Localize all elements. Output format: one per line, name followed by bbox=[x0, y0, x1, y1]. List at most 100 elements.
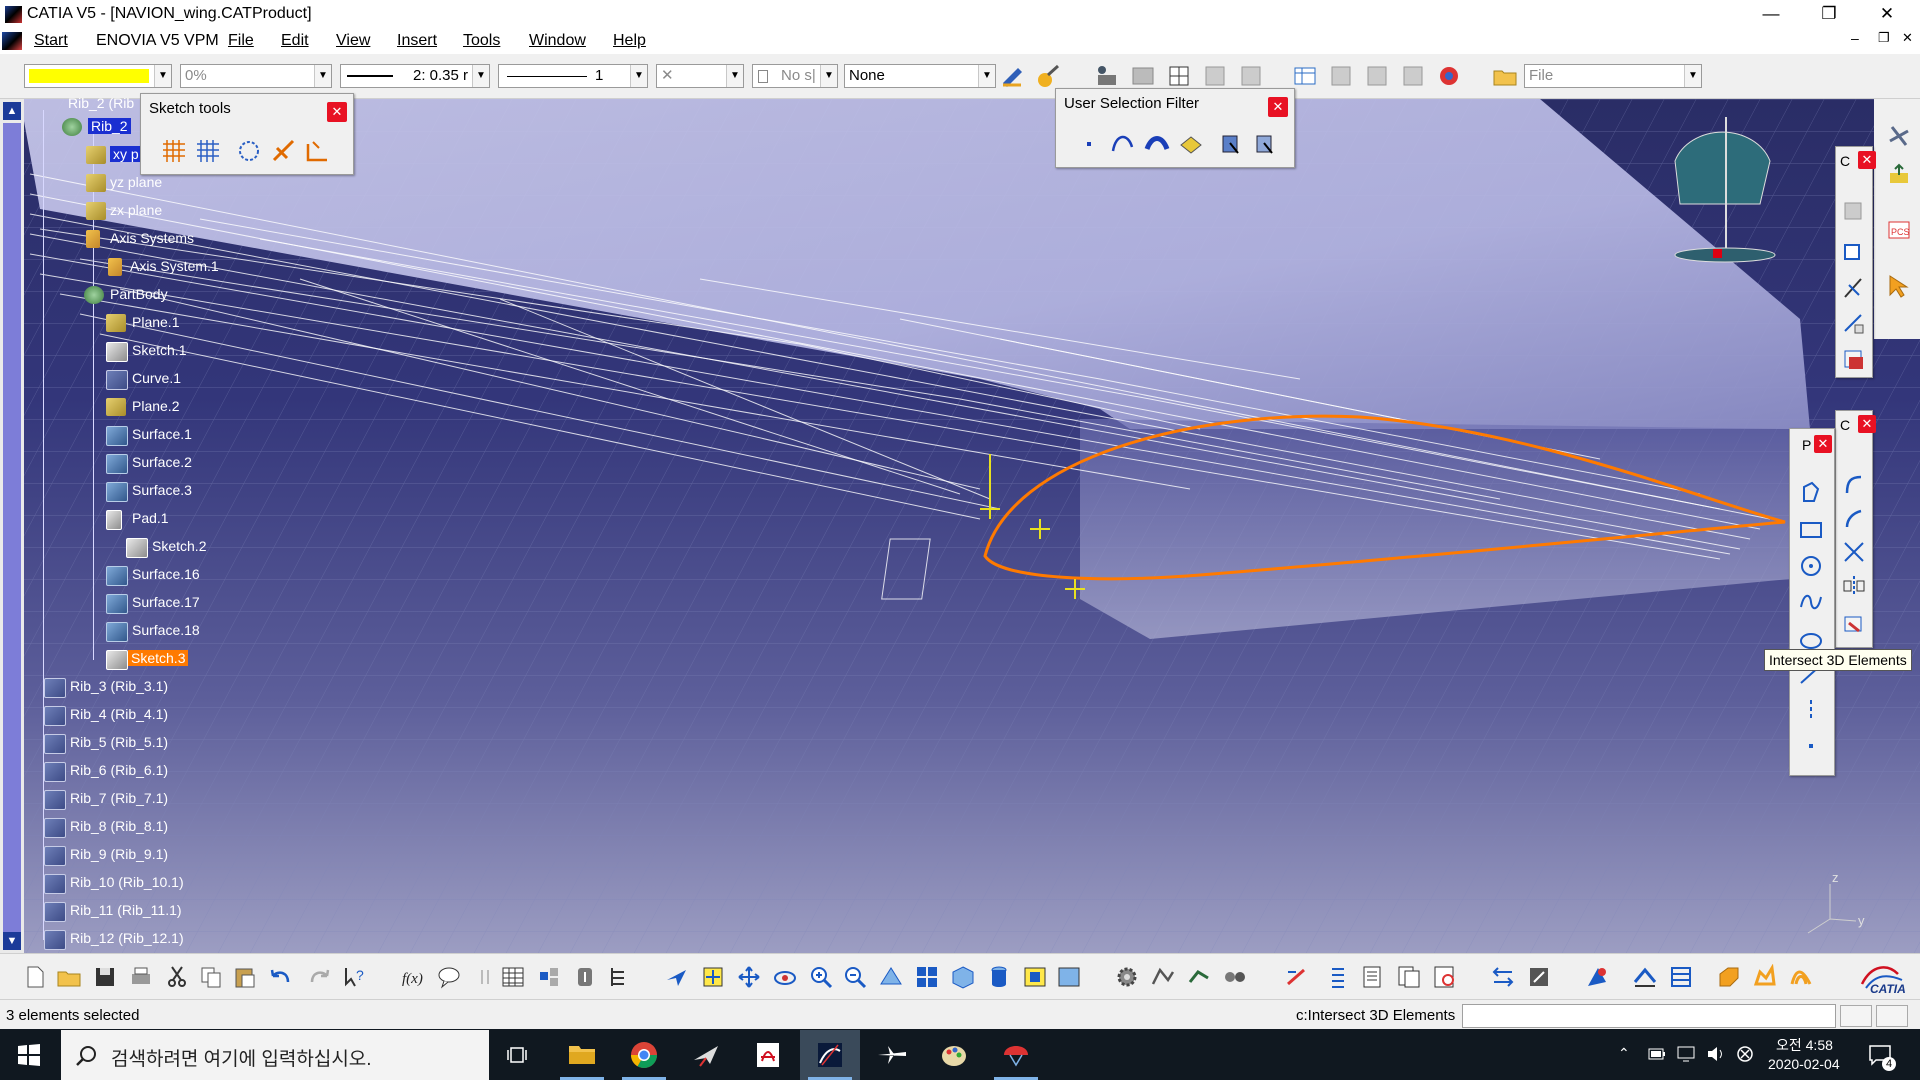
tree-item-surface-3[interactable]: Surface.3 bbox=[106, 482, 192, 502]
select-arrow-icon[interactable] bbox=[1886, 273, 1912, 299]
task-view-icon[interactable] bbox=[506, 1045, 528, 1065]
menu-window[interactable]: Window bbox=[529, 32, 586, 50]
menu-insert[interactable]: Insert bbox=[397, 32, 437, 50]
ime-status-icon[interactable] bbox=[1736, 1045, 1754, 1063]
formula-icon[interactable]: f(x) bbox=[400, 964, 426, 990]
fly-mode-icon[interactable] bbox=[664, 964, 690, 990]
taskbar-app-aircraft[interactable] bbox=[676, 1030, 736, 1080]
tree-scrollbar[interactable]: ▲ ▼ bbox=[0, 99, 24, 953]
chevron-down-icon[interactable]: ▼ bbox=[630, 65, 647, 87]
tree-item-rib11[interactable]: Rib_11 (Rib_11.1) bbox=[44, 902, 182, 922]
shading-icon[interactable] bbox=[986, 964, 1012, 990]
fit-all-in-icon[interactable] bbox=[700, 964, 726, 990]
menu-enovia[interactable]: ENOVIA V5 VPM bbox=[96, 32, 219, 50]
shape-transform-icon[interactable] bbox=[1752, 964, 1778, 990]
scroll-thumb[interactable] bbox=[3, 123, 21, 933]
user-selection-filter-toolbar[interactable]: User Selection Filter ✕ bbox=[1055, 88, 1295, 168]
chevron-down-icon[interactable]: ▼ bbox=[472, 65, 489, 87]
dimensional-constraints-icon[interactable] bbox=[305, 138, 331, 164]
layer-combo[interactable]: None ▼ bbox=[844, 64, 996, 88]
print-icon[interactable] bbox=[128, 964, 154, 990]
chevron-down-icon[interactable]: ▼ bbox=[726, 65, 743, 87]
tree-item-curve-1[interactable]: Curve.1 bbox=[106, 370, 181, 390]
tree-item-partbody[interactable]: PartBody bbox=[84, 286, 168, 304]
mirror-icon[interactable] bbox=[1841, 573, 1867, 599]
point-symbol-combo[interactable]: ✕ ▼ bbox=[656, 64, 744, 88]
document-list-icon[interactable] bbox=[1360, 964, 1386, 990]
intersect-3d-elements-icon[interactable] bbox=[1841, 611, 1867, 637]
construction-element-icon[interactable] bbox=[237, 138, 263, 164]
measure-item-icon[interactable] bbox=[1526, 964, 1552, 990]
formula-grid-icon[interactable] bbox=[1166, 63, 1192, 89]
copy-icon[interactable] bbox=[198, 964, 224, 990]
hide-show-icon[interactable] bbox=[1022, 964, 1048, 990]
volume-icon[interactable] bbox=[1706, 1045, 1726, 1063]
redo-icon[interactable] bbox=[306, 964, 332, 990]
pcs-icon[interactable]: PCS bbox=[1886, 217, 1912, 243]
rules-icon[interactable] bbox=[1238, 63, 1264, 89]
multi-view-icon[interactable] bbox=[914, 964, 940, 990]
zoom-out-icon[interactable] bbox=[842, 964, 868, 990]
tree-item-rib8[interactable]: Rib_8 (Rib_8.1) bbox=[44, 818, 168, 838]
layer-filter-combo[interactable]: No s| ▼ bbox=[752, 64, 838, 88]
sketch-tools-close-button[interactable]: ✕ bbox=[327, 102, 347, 122]
tree-item-surface-2[interactable]: Surface.2 bbox=[106, 454, 192, 474]
rectangle-icon[interactable] bbox=[1798, 517, 1824, 543]
tree-item-rib10[interactable]: Rib_10 (Rib_10.1) bbox=[44, 874, 184, 894]
tree-item-sketch-1[interactable]: Sketch.1 bbox=[106, 342, 186, 362]
corner-arc-icon[interactable] bbox=[1841, 471, 1867, 497]
chevron-down-icon[interactable]: ▼ bbox=[1684, 65, 1701, 87]
tree-item-surface-18[interactable]: Surface.18 bbox=[106, 622, 200, 642]
windows-start-icon[interactable] bbox=[18, 1044, 40, 1066]
document-icon[interactable] bbox=[2, 32, 22, 50]
zoom-in-icon[interactable] bbox=[808, 964, 834, 990]
taskbar-app-plane[interactable] bbox=[862, 1030, 922, 1080]
fillet-icon[interactable] bbox=[1716, 964, 1742, 990]
chevron-down-icon[interactable]: ▼ bbox=[978, 65, 995, 87]
track-icon[interactable] bbox=[1186, 964, 1212, 990]
taskbar-acrobat[interactable] bbox=[738, 1030, 798, 1080]
scroll-up-arrow-icon[interactable]: ▲ bbox=[3, 102, 21, 120]
knowledge-icon[interactable] bbox=[1202, 63, 1228, 89]
surface-filter-icon[interactable] bbox=[1144, 131, 1170, 157]
analysis-icon[interactable] bbox=[1364, 63, 1390, 89]
measure-icon[interactable] bbox=[1328, 63, 1354, 89]
spline-icon[interactable] bbox=[1798, 589, 1824, 615]
catalog-icon[interactable] bbox=[1130, 63, 1156, 89]
minimize-button[interactable]: — bbox=[1748, 2, 1794, 26]
tree-item-rib9[interactable]: Rib_9 (Rib_9.1) bbox=[44, 846, 168, 866]
chamfer-icon[interactable] bbox=[1841, 505, 1867, 531]
spreadsheet-icon[interactable] bbox=[1292, 63, 1318, 89]
grid-plane-icon[interactable] bbox=[1668, 964, 1694, 990]
battery-icon[interactable] bbox=[1648, 1047, 1666, 1061]
sketcher-icon[interactable] bbox=[1632, 964, 1658, 990]
normal-view-icon[interactable] bbox=[878, 964, 904, 990]
color-combo[interactable]: ▼ bbox=[24, 64, 172, 88]
painter-icon[interactable] bbox=[1000, 63, 1026, 89]
graph-tree-icon[interactable] bbox=[606, 964, 632, 990]
snap-to-point-icon[interactable] bbox=[195, 138, 221, 164]
swap-visible-space-icon[interactable] bbox=[1056, 964, 1082, 990]
settings-gear-icon[interactable] bbox=[1114, 964, 1140, 990]
menu-view[interactable]: View bbox=[336, 32, 370, 50]
curve-filter-icon[interactable] bbox=[1110, 131, 1136, 157]
3d-viewport[interactable]: z y bbox=[0, 99, 1920, 953]
compare-icon[interactable] bbox=[1396, 964, 1422, 990]
sketch-tools-toolbar[interactable]: Sketch tools ✕ bbox=[140, 93, 354, 175]
rotate-icon[interactable] bbox=[772, 964, 798, 990]
tree-item-plane-1[interactable]: Plane.1 bbox=[106, 314, 179, 332]
taskbar-file-explorer[interactable] bbox=[552, 1030, 612, 1080]
taskbar-app-parachute[interactable] bbox=[986, 1030, 1046, 1080]
power-input-cancel-button[interactable] bbox=[1876, 1005, 1908, 1027]
menu-tools[interactable]: Tools bbox=[463, 32, 500, 50]
menu-help[interactable]: Help bbox=[613, 32, 646, 50]
scan-icon[interactable] bbox=[536, 964, 562, 990]
network-icon[interactable] bbox=[1676, 1045, 1696, 1063]
transparency-combo[interactable]: 0% ▼ bbox=[180, 64, 332, 88]
whats-this-icon[interactable]: ? bbox=[342, 964, 368, 990]
feature-element-filter-icon[interactable] bbox=[1218, 131, 1244, 157]
measure-between-icon[interactable] bbox=[1490, 964, 1516, 990]
new-file-icon[interactable] bbox=[22, 964, 48, 990]
menu-start[interactable]: Start bbox=[34, 32, 68, 50]
catalog-browser-icon[interactable] bbox=[572, 964, 598, 990]
